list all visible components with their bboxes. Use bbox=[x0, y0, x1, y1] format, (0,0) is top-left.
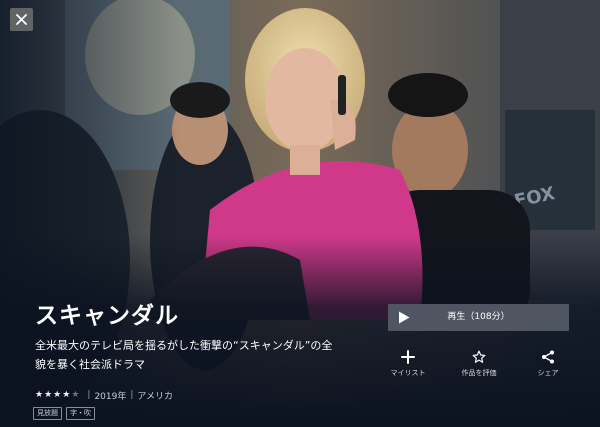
play-button[interactable]: 再生（108分） bbox=[388, 304, 569, 331]
description: 全米最大のテレビ局を揺るがした衝撃の“スキャンダル”の全貌を暴く社会派ドラマ bbox=[35, 339, 333, 371]
mylist-button[interactable]: マイリスト bbox=[378, 350, 438, 378]
star-filled-icon: ★ bbox=[62, 389, 71, 400]
tag-unlimited: 見放題 bbox=[33, 407, 62, 420]
rate-label: 作品を評価 bbox=[461, 369, 497, 377]
star-filled-icon: ★ bbox=[35, 389, 44, 400]
star-filled-icon: ★ bbox=[44, 389, 53, 400]
country: アメリカ bbox=[137, 391, 173, 402]
play-text: 再生 bbox=[447, 312, 466, 322]
meta-row: ★ ★ ★ ★ ★ | 2019年 | アメリカ bbox=[35, 388, 173, 402]
tag-list: 見放題 字・吹 bbox=[33, 407, 95, 420]
star-empty-icon: ★ bbox=[71, 389, 80, 400]
tag-subtitle-dub: 字・吹 bbox=[66, 407, 95, 420]
rating-stars: ★ ★ ★ ★ ★ bbox=[35, 389, 80, 400]
page-title: スキャンダル bbox=[35, 303, 179, 329]
play-duration: （108分） bbox=[465, 312, 510, 322]
separator: | bbox=[87, 390, 91, 400]
close-button[interactable] bbox=[10, 8, 33, 31]
mylist-label: マイリスト bbox=[390, 369, 426, 377]
share-label: シェア bbox=[537, 369, 559, 377]
play-label: 再生（108分） bbox=[388, 304, 569, 331]
plus-icon bbox=[401, 350, 415, 364]
rate-button[interactable]: 作品を評価 bbox=[449, 350, 509, 378]
release-year: 2019年 bbox=[94, 391, 127, 402]
star-outline-icon bbox=[472, 350, 486, 363]
separator: | bbox=[130, 390, 134, 400]
share-button[interactable]: シェア bbox=[518, 350, 578, 378]
share-icon bbox=[542, 350, 554, 364]
star-filled-icon: ★ bbox=[53, 389, 62, 400]
close-icon bbox=[16, 14, 27, 25]
